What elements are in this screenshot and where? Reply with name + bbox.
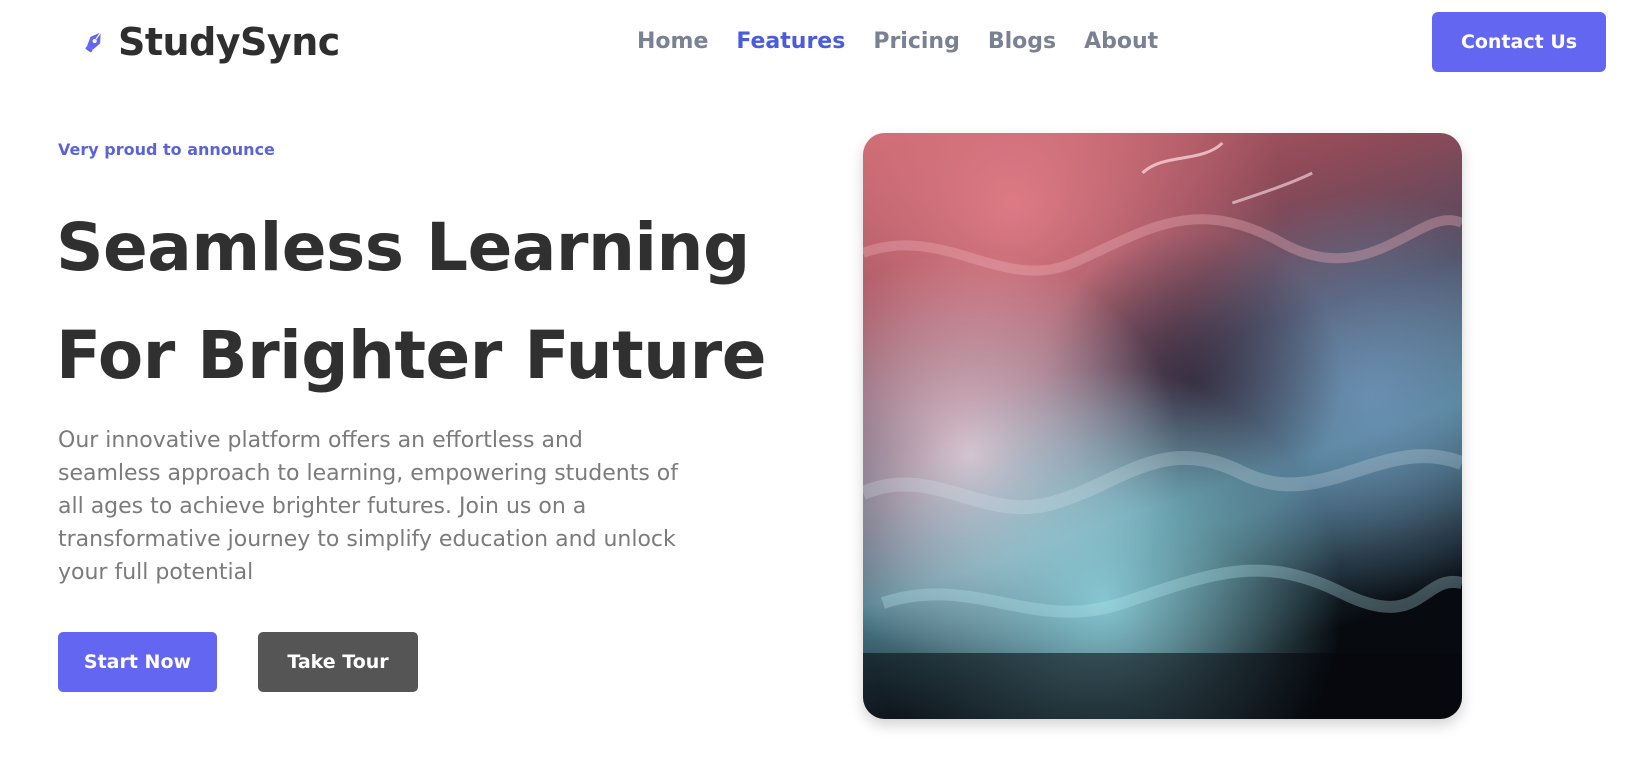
hero-title-line-2: For Brighter Future [56, 317, 766, 394]
nav-pricing[interactable]: Pricing [873, 26, 960, 58]
nav-about[interactable]: About [1084, 26, 1158, 58]
site-header: StudySync Home Features Pricing Blogs Ab… [0, 0, 1640, 86]
pen-nib-icon [80, 28, 108, 56]
hero-eyebrow: Very proud to announce [58, 140, 275, 159]
nav-blogs[interactable]: Blogs [988, 26, 1056, 58]
take-tour-button[interactable]: Take Tour [258, 632, 418, 692]
abstract-fluid-art-image [863, 133, 1462, 719]
nav-home[interactable]: Home [637, 26, 708, 58]
brand-name: StudySync [118, 20, 340, 64]
contact-us-button[interactable]: Contact Us [1432, 12, 1606, 72]
nav-features[interactable]: Features [736, 26, 845, 58]
hero-image [863, 133, 1462, 719]
main-nav: Home Features Pricing Blogs About [637, 26, 1158, 58]
start-now-button[interactable]: Start Now [58, 632, 217, 692]
hero-description: Our innovative platform offers an effort… [58, 428, 678, 585]
hero-title-line-1: Seamless Learning [56, 209, 750, 286]
hero-title: Seamless Learning For Brighter Future [56, 194, 816, 410]
brand-logo[interactable]: StudySync [80, 18, 340, 66]
